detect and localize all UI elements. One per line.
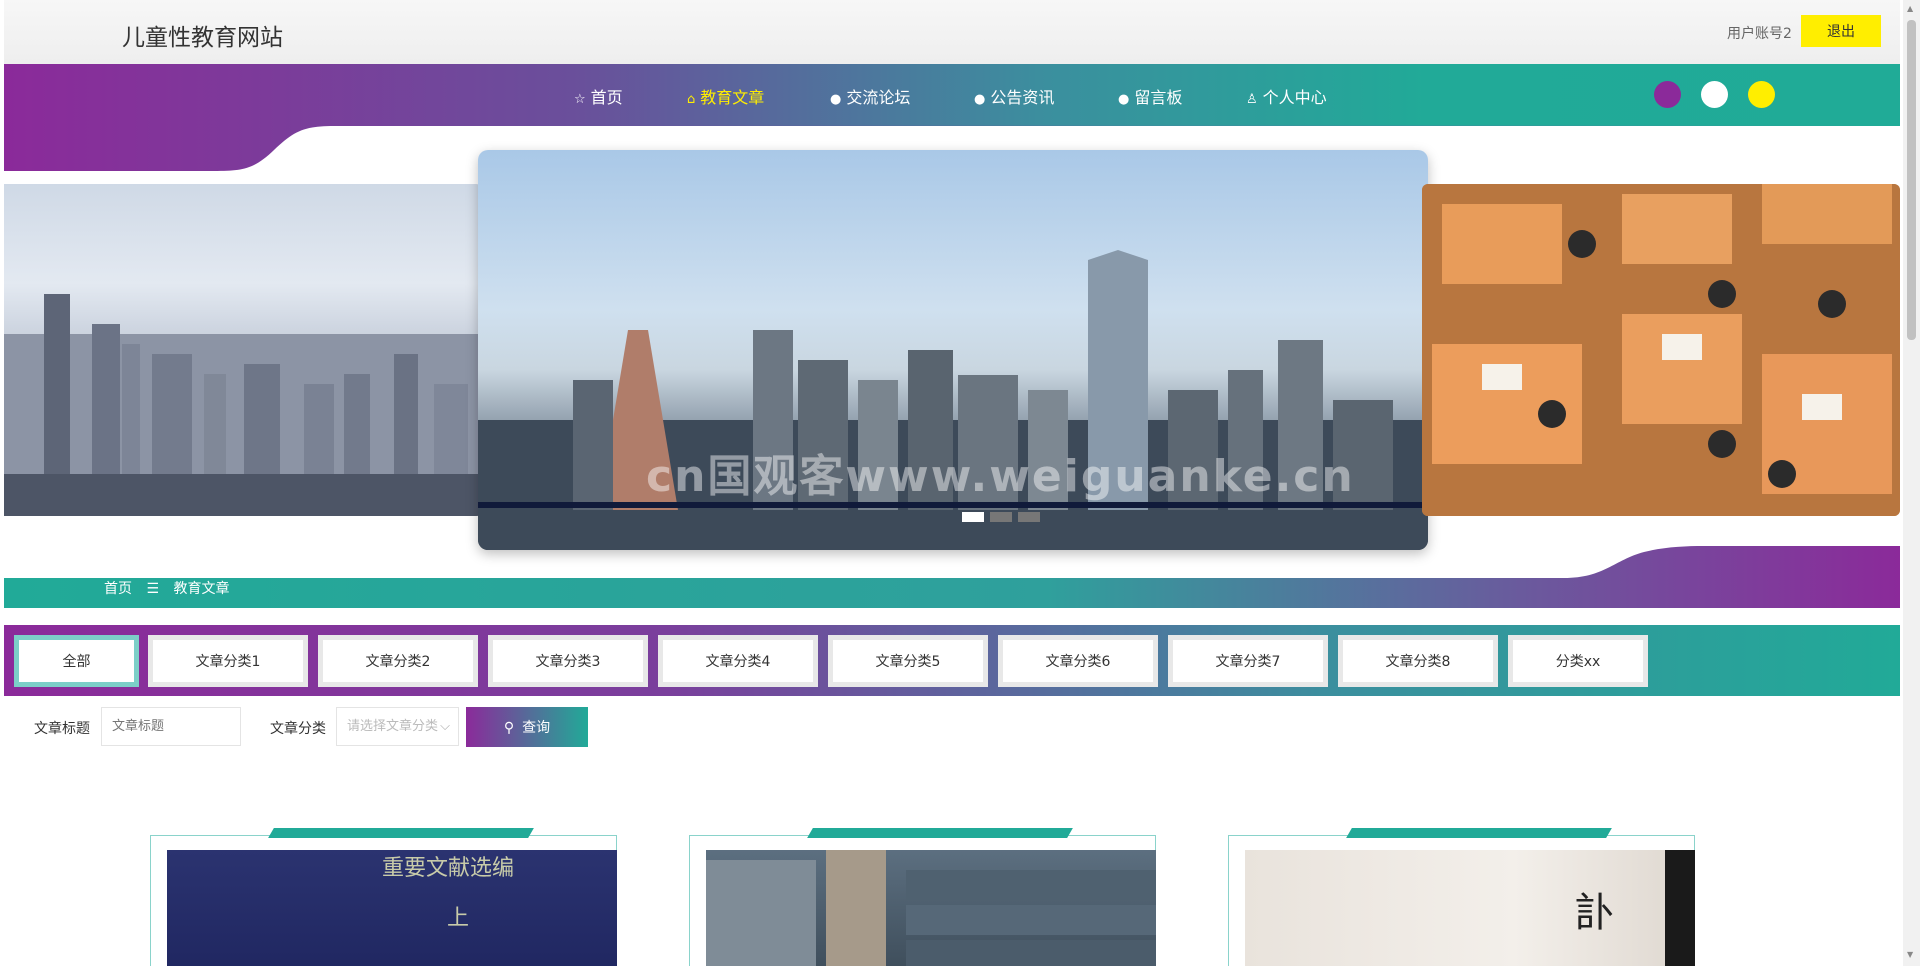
nav-item-news[interactable]: ● 公告资讯 <box>974 84 1054 108</box>
scroll-up-icon[interactable]: ▲ <box>1907 4 1913 13</box>
top-bar: 儿童性教育网站 用户账号2 退出 <box>4 0 1900 64</box>
category-tab-label: 文章分类7 <box>1173 640 1323 682</box>
category-tab-label: 全部 <box>19 640 134 682</box>
breadcrumb-current: 教育文章 <box>173 581 230 597</box>
category-tab-label: 文章分类3 <box>493 640 643 682</box>
category-tab-label: 文章分类6 <box>1003 640 1153 682</box>
page: 儿童性教育网站 用户账号2 退出 ☆ 首页 ⌂ 教育文章 ● 交流论坛 ● 公告资讯 ●… <box>4 0 1900 966</box>
info-icon: ● <box>1118 92 1130 107</box>
article-card[interactable]: 重要文献选编 上 <box>150 828 617 966</box>
article-image: 重要文献选编 上 <box>167 850 617 966</box>
carousel-dot-3[interactable] <box>1018 512 1040 522</box>
category-tab-label: 文章分类2 <box>323 640 473 682</box>
theme-dot-yellow[interactable] <box>1748 81 1775 108</box>
category-tab-all[interactable]: 全部 <box>14 635 139 687</box>
breadcrumb-band <box>4 546 1900 608</box>
category-bar: 全部 文章分类1 文章分类2 文章分类3 文章分类4 文章分类5 文章分类6 文… <box>4 625 1900 696</box>
category-tab[interactable]: 分类xx <box>1508 635 1648 687</box>
category-tab[interactable]: 文章分类1 <box>148 635 308 687</box>
menu-icon: ☰ <box>146 581 160 597</box>
category-select[interactable]: 请选择文章分类 ⌵ <box>336 707 459 746</box>
image-edge <box>1665 850 1695 966</box>
search-icon: ⚲ <box>503 720 515 736</box>
category-tab[interactable]: 文章分类6 <box>998 635 1158 687</box>
nav-item-label: 交流论坛 <box>846 88 911 107</box>
article-image: 訃 <box>1245 850 1695 966</box>
star-icon: ☆ <box>574 92 586 107</box>
nav-item-label: 公告资讯 <box>990 88 1055 107</box>
card-accent <box>268 828 534 838</box>
image-caption: 訃 <box>1575 890 1615 936</box>
nav-item-home[interactable]: ☆ 首页 <box>574 84 623 108</box>
carousel-dot-2[interactable] <box>990 512 1012 522</box>
scroll-thumb[interactable] <box>1907 20 1916 340</box>
breadcrumb-home[interactable]: 首页 <box>104 581 132 597</box>
title-search-label: 文章标题 <box>34 721 90 737</box>
article-image <box>706 850 1156 966</box>
image-caption: 重要文献选编 <box>382 856 515 881</box>
card-accent <box>1346 828 1612 838</box>
category-tab[interactable]: 文章分类3 <box>488 635 648 687</box>
info-icon: ● <box>830 92 842 107</box>
title-search-input[interactable] <box>101 707 241 746</box>
nav-item-forum[interactable]: ● 交流论坛 <box>830 84 910 108</box>
category-tab-label: 分类xx <box>1513 640 1643 682</box>
category-tab[interactable]: 文章分类4 <box>658 635 818 687</box>
nav-item-label: 个人中心 <box>1262 88 1327 107</box>
carousel-slide-center[interactable]: cn国观客www.weiguanke.cn <box>478 150 1428 550</box>
category-tab-label: 文章分类1 <box>153 640 303 682</box>
article-card[interactable]: 訃 <box>1228 828 1695 966</box>
page-scrollbar[interactable]: ▲ ▼ <box>1903 0 1920 966</box>
scroll-down-icon[interactable]: ▼ <box>1907 950 1913 959</box>
query-button[interactable]: ⚲ 查询 <box>466 707 588 747</box>
breadcrumb: 首页 ☰ 教育文章 <box>104 578 229 598</box>
carousel-slide-right[interactable] <box>1422 184 1900 516</box>
user-icon: ♙ <box>1246 92 1258 107</box>
category-tab[interactable]: 文章分类7 <box>1168 635 1328 687</box>
help-icon: ● <box>974 92 986 107</box>
category-tab[interactable]: 文章分类5 <box>828 635 988 687</box>
chevron-down-icon: ⌵ <box>440 719 450 734</box>
category-tab-label: 文章分类5 <box>833 640 983 682</box>
library-study-image <box>1422 184 1900 516</box>
books-image <box>706 850 1156 966</box>
category-select-placeholder: 请选择文章分类 <box>347 719 439 734</box>
carousel-slide-left[interactable]: ‹ <box>4 184 482 516</box>
theme-dot-white[interactable] <box>1701 81 1728 108</box>
category-tab[interactable]: 文章分类2 <box>318 635 478 687</box>
nav-item-articles[interactable]: ⌂ 教育文章 <box>687 84 764 108</box>
carousel-dot-1[interactable] <box>962 512 984 522</box>
nav-item-label: 首页 <box>590 88 623 107</box>
category-tab-label: 文章分类4 <box>663 640 813 682</box>
carousel-watermark: cn国观客www.weiguanke.cn <box>646 451 1355 502</box>
nav-item-messages[interactable]: ● 留言板 <box>1118 84 1182 108</box>
nav-item-profile[interactable]: ♙ 个人中心 <box>1246 84 1327 108</box>
category-tab[interactable]: 文章分类8 <box>1338 635 1498 687</box>
nav-item-label: 留言板 <box>1134 88 1183 107</box>
article-card[interactable] <box>689 828 1156 966</box>
main-nav: ☆ 首页 ⌂ 教育文章 ● 交流论坛 ● 公告资讯 ● 留言板 ♙ 个人中心 <box>4 64 1900 126</box>
category-tab-label: 文章分类8 <box>1343 640 1493 682</box>
slide-shadow-band <box>478 502 1428 508</box>
site-title: 儿童性教育网站 <box>122 25 283 51</box>
card-accent <box>807 828 1073 838</box>
image-caption: 上 <box>447 906 470 931</box>
query-button-label: 查询 <box>522 720 551 736</box>
theme-dot-purple[interactable] <box>1654 81 1681 108</box>
logout-button[interactable]: 退出 <box>1801 15 1881 47</box>
nav-item-label: 教育文章 <box>700 88 765 107</box>
user-account-label[interactable]: 用户账号2 <box>1727 23 1792 43</box>
bag-icon: ⌂ <box>687 92 696 107</box>
category-search-label: 文章分类 <box>270 721 326 737</box>
city-skyline-image <box>4 294 482 516</box>
